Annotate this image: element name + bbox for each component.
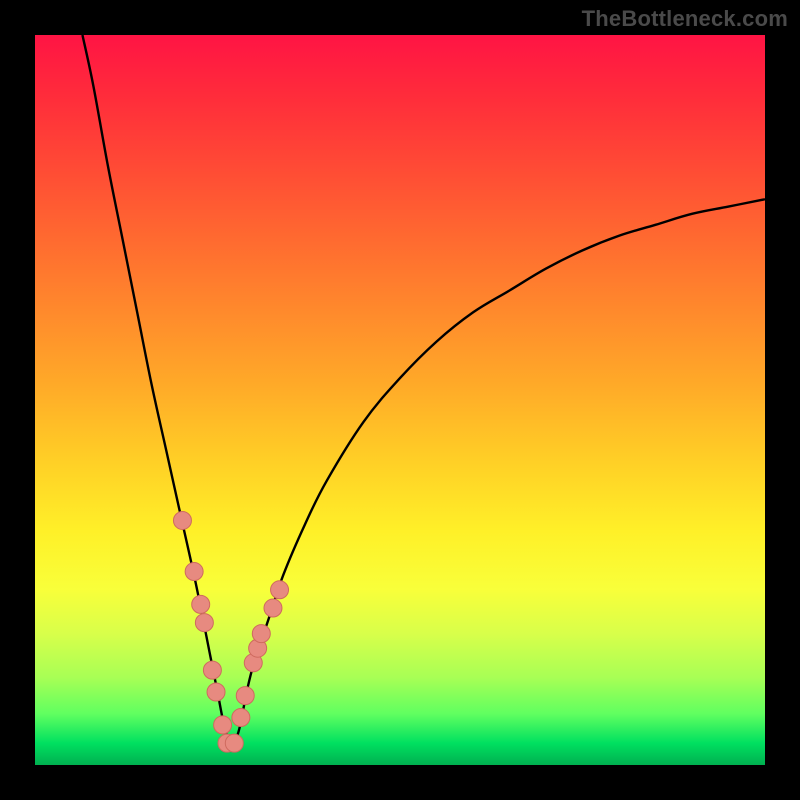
marker-point [252,625,270,643]
marker-point [185,563,203,581]
watermark-text: TheBottleneck.com [582,6,788,32]
curve-right-branch [232,199,765,750]
plot-area [35,35,765,765]
marker-point [195,614,213,632]
chart-frame: TheBottleneck.com [0,0,800,800]
marker-point [207,683,225,701]
marker-point [203,661,221,679]
marker-point [214,716,232,734]
chart-svg [35,35,765,765]
marker-point [232,709,250,727]
curve-left-branch [82,35,232,750]
marker-point [264,599,282,617]
marker-point [173,511,191,529]
marker-point [225,734,243,752]
marker-point [236,687,254,705]
marker-point [192,595,210,613]
marker-point [271,581,289,599]
sample-markers [173,511,288,752]
